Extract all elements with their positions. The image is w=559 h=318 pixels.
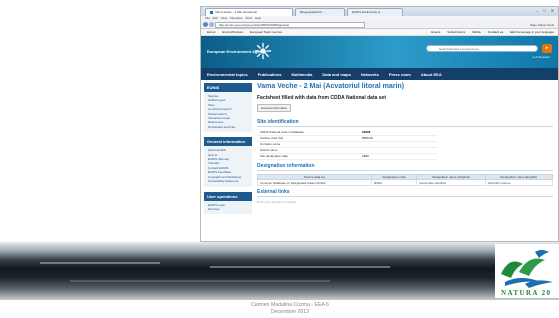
- sidebar-heading-general: General information: [204, 137, 252, 147]
- link-mobile[interactable]: Mobile: [472, 30, 481, 34]
- sidebar-heading-user: User operations: [204, 191, 252, 201]
- url-field[interactable]: http://eunis.eea.europa.eu/sites/ROSCI02…: [215, 22, 365, 28]
- nav-about-eea[interactable]: About EEA: [421, 72, 442, 77]
- site-search-input[interactable]: Search Europe's environment...: [426, 45, 538, 52]
- caption-date: Decembrie 2013: [270, 309, 310, 315]
- link-eionet[interactable]: Eionet: [207, 30, 216, 34]
- field-label: District name: [260, 148, 278, 152]
- wave-streak: [210, 266, 390, 268]
- field-label: CDDA National code in database: [260, 130, 304, 134]
- wave-streak: [70, 280, 330, 282]
- field-label: Complex name: [260, 142, 281, 146]
- external-links-row: Reference Spatial Vizual/Map: [257, 200, 297, 204]
- eea-top-links: Eionet EnviroWindows European Topic Cent…: [201, 29, 558, 36]
- eea-header: European Environment Agency Search Europ…: [201, 36, 558, 68]
- nav-networks[interactable]: Networks: [361, 72, 379, 77]
- field-value: 63828: [362, 130, 371, 134]
- general-information-tab[interactable]: General information: [257, 104, 292, 112]
- link-topic-centres[interactable]: European Topic Centres: [250, 30, 282, 34]
- external-links-heading: External links: [257, 189, 553, 197]
- sidebar: EUNIS Species Habitat types Sites Combin…: [204, 83, 252, 219]
- tab-biogeographical[interactable]: Biogeographical ...: [295, 8, 345, 16]
- link-language-homepage[interactable]: EEA homepage in your language: [510, 30, 554, 34]
- browser-tab-strip: Vama Veche - 2 Mai (Acvatorial Biogeogra…: [201, 7, 558, 16]
- tab-eunis-site[interactable]: Vama Veche - 2 Mai (Acvatorial: [205, 8, 293, 16]
- field-label: Site designation date: [260, 154, 289, 158]
- tab-label: Biogeographical ...: [300, 10, 325, 14]
- field-value: 5500.00: [362, 136, 373, 140]
- factsheet-subtitle: Factsheet filled with data from CDDA Nat…: [257, 95, 387, 101]
- link-envirowindows[interactable]: EnviroWindows: [222, 30, 243, 34]
- sidebar-user-box: User operations EUNIS Login Services: [204, 191, 252, 215]
- natura-logo-text: NATURA 20: [501, 289, 552, 297]
- nav-press-room[interactable]: Press room: [389, 72, 411, 77]
- link-contact-us[interactable]: Contact us: [488, 30, 504, 34]
- tab-eunis-biodiversity[interactable]: EUNIS biodiversity d...: [347, 8, 403, 16]
- site-identification-heading: Site identification: [257, 119, 553, 127]
- designation-heading: Designation information: [257, 163, 553, 171]
- natura-birds-icon: [501, 250, 553, 288]
- sidebar-eunis-box: EUNIS Species Habitat types Sites Combin…: [204, 83, 252, 133]
- natura-2000-logo: NATURA 20: [495, 244, 559, 298]
- sidebar-heading-eunis: EUNIS: [204, 83, 252, 92]
- table-cell: Common Database on Designated Areas (CDD…: [256, 179, 373, 186]
- table-row: Common Database on Designated Areas (CDD…: [256, 179, 554, 186]
- slide-caption: Carmen Madalina Cozma - EEA 6 Decembrie …: [190, 302, 390, 316]
- site-fields: CDDA National code in database 63828 Surf…: [257, 130, 553, 160]
- sidebar-item-downloads[interactable]: Downloads and links: [204, 125, 252, 129]
- sidebar-item-services[interactable]: Services: [204, 207, 252, 211]
- nav-environmental-topics[interactable]: Environmental topics: [207, 72, 248, 77]
- window-controls[interactable]: – □ ✕: [536, 8, 556, 13]
- glossary-link[interactable]: A-Z Glossary: [532, 55, 550, 59]
- nav-publications[interactable]: Publications: [258, 72, 282, 77]
- field-row: Site designation date 1980: [257, 154, 437, 160]
- eea-favicon-icon: [210, 10, 213, 14]
- nav-multimedia[interactable]: Multimedia: [291, 72, 312, 77]
- search-button[interactable]: ▸: [542, 44, 552, 53]
- main-navigation: Environmental topics Publications Multim…: [201, 68, 558, 80]
- eea-logo-icon[interactable]: [254, 42, 272, 60]
- designation-table: Source data set Designation code Designa…: [256, 174, 554, 186]
- table-cell-link[interactable]: Scientific reserve: [484, 179, 554, 186]
- sidebar-item-accessibility[interactable]: Accessibility statement: [204, 179, 252, 183]
- table-cell: RO01: [371, 179, 418, 186]
- browser-screenshot: Vama Veche - 2 Mai (Acvatorial Biogeogra…: [200, 6, 559, 242]
- page-title: Vama Veche - 2 Mai (Acvatoriul litoral m…: [257, 83, 405, 90]
- field-label: Surface area (ha): [260, 136, 284, 140]
- sea-photo-banner: [0, 242, 559, 300]
- table-cell-link[interactable]: Rezervatie stiintifica: [416, 179, 486, 186]
- wave-streak: [40, 262, 160, 264]
- nav-data-and-maps[interactable]: Data and maps: [322, 72, 350, 77]
- forward-icon[interactable]: [209, 22, 214, 27]
- browser-address-bar: http://eunis.eea.europa.eu/sites/ROSCI02…: [201, 21, 558, 29]
- caption-author: Carmen Madalina Cozma - EEA 6: [251, 302, 329, 308]
- link-events[interactable]: Events: [431, 30, 440, 34]
- field-value: 1980: [362, 154, 369, 158]
- slide: Vama Veche - 2 Mai (Acvatorial Biogeogra…: [0, 0, 559, 318]
- link-subscriptions[interactable]: Subscriptions: [447, 30, 465, 34]
- browser-tools[interactable]: Page Safety Tools: [530, 22, 554, 28]
- back-icon[interactable]: [203, 22, 208, 27]
- sidebar-general-box: General information About EUNIS How to E…: [204, 137, 252, 187]
- page-content: EUNIS Species Habitat types Sites Combin…: [201, 80, 558, 237]
- main-panel: Vama Veche - 2 Mai (Acvatoriul litoral m…: [256, 83, 554, 204]
- tab-label: Vama Veche - 2 Mai (Acvatorial: [215, 10, 257, 14]
- tab-label: EUNIS biodiversity d...: [352, 10, 383, 14]
